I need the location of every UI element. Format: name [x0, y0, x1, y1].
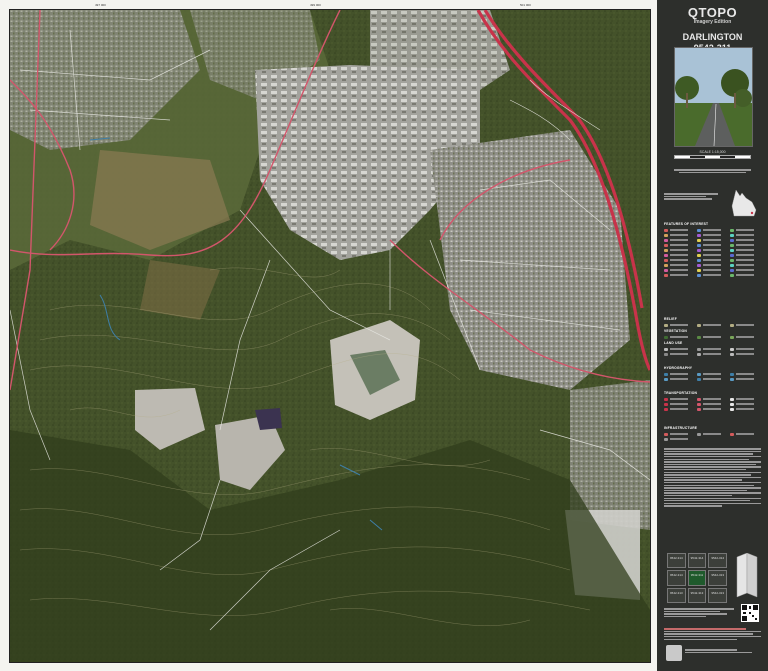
- scale-label: SCALE 1:15,000: [699, 150, 726, 154]
- legend-hydrography: HYDROGRAPHY: [664, 366, 762, 381]
- queensland-crest-icon: [666, 645, 682, 661]
- adjoining-sheet: 9542-314: [708, 553, 727, 569]
- adjoining-sheet: 9542-314: [687, 553, 707, 569]
- current-sheet: 9542-311: [687, 570, 707, 586]
- legend-heading: LAND USE: [664, 341, 683, 345]
- adjoining-sheet: 9542-313: [708, 587, 727, 603]
- legend-landuse: LAND USE: [664, 341, 762, 356]
- cover-photo: [674, 47, 753, 147]
- copyright-text: [664, 627, 761, 641]
- publisher-text: [685, 648, 759, 654]
- legend-heading: TRANSPORTATION: [664, 391, 698, 395]
- disclaimer-text: [664, 447, 761, 508]
- grid-tick-top: 497 000: [95, 3, 106, 7]
- legend-panel: QTOPO Imagery Edition DARLINGTON 9542-31…: [657, 0, 768, 671]
- legend-relief: RELIEF: [664, 317, 762, 327]
- adjoining-sheet: 9542-314: [667, 570, 686, 586]
- map-canvas: [10, 10, 650, 662]
- legend-infrastructure: INFRASTRUCTURE: [664, 426, 762, 441]
- projection-note: [664, 168, 761, 174]
- grid-tick-top: 499 000: [310, 3, 321, 7]
- map-sheet: 497 000 499 000 501 000 QTOPO Imagery Ed…: [0, 0, 768, 671]
- scale-bar: SCALE 1:15,000: [674, 150, 751, 159]
- adjoining-sheet: 9542-314: [667, 553, 686, 569]
- legend-heading: FEATURES OF INTEREST: [664, 222, 709, 226]
- adjoining-sheet: 9542-313: [667, 587, 686, 603]
- adjoining-sheet: 9542-313: [687, 587, 707, 603]
- adjoining-sheets-diagram: 9542-314 9542-314 9542-314 9542-314 9542…: [667, 553, 727, 603]
- imagery-map[interactable]: [9, 9, 651, 663]
- legend-heading: HYDROGRAPHY: [664, 366, 693, 370]
- adjoining-sheet: 9542-313: [708, 570, 727, 586]
- legend-heading: VEGETATION: [664, 329, 687, 333]
- legend-features: FEATURES OF INTEREST: [664, 222, 762, 277]
- legend-heading: RELIEF: [664, 317, 677, 321]
- legend-transportation: TRANSPORTATION: [664, 391, 762, 411]
- brand-title: QTOPO: [687, 5, 738, 20]
- locator-map: [730, 188, 758, 223]
- coordinate-note: [664, 192, 724, 201]
- grid-tick-top: 501 000: [520, 3, 531, 7]
- legend-heading: INFRASTRUCTURE: [664, 426, 698, 430]
- scale-bar-graphic: [674, 155, 751, 159]
- contact-text: [664, 607, 734, 619]
- map-name: DARLINGTON: [682, 32, 743, 42]
- edition-label: Imagery Edition: [693, 19, 732, 25]
- sheet-fold-diagram: [733, 552, 759, 601]
- legend-vegetation: VEGETATION: [664, 329, 762, 339]
- qr-code-icon[interactable]: [741, 604, 759, 622]
